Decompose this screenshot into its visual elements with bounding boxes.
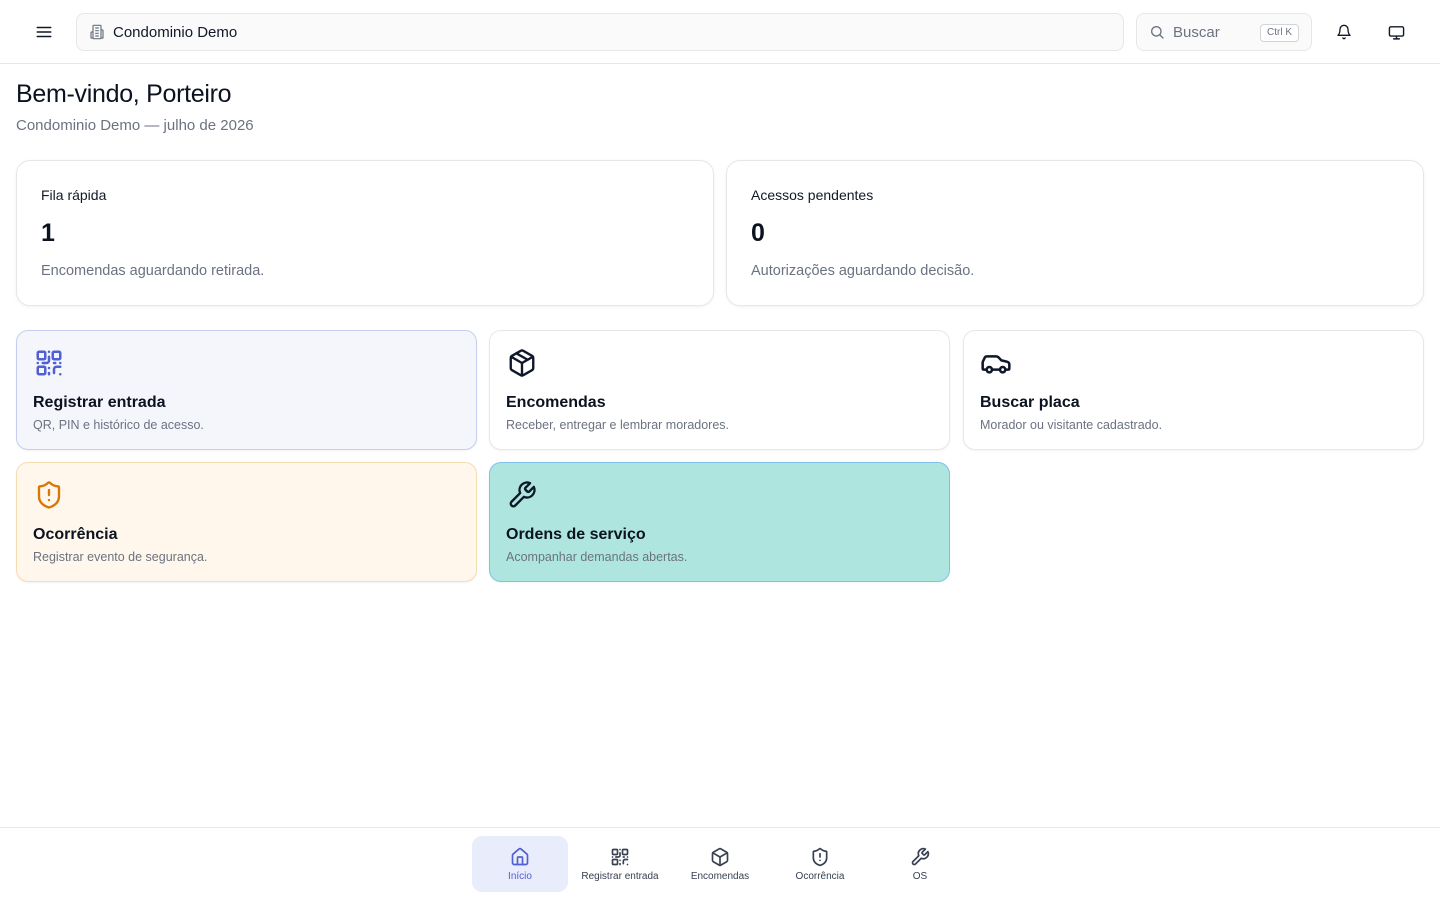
stat-card-pending-access: Acessos pendentes 0 Autorizações aguarda… — [726, 160, 1424, 306]
tile-description: QR, PIN e histórico de acesso. — [33, 418, 204, 432]
nav-label: OS — [912, 870, 928, 882]
package-icon — [506, 347, 538, 379]
condominium-selector[interactable]: Condominio Demo — [76, 13, 1124, 51]
menu-icon — [36, 26, 52, 38]
nav-item-home[interactable]: Início — [472, 836, 568, 892]
bell-icon — [1337, 24, 1351, 40]
search-shortcut-badge: Ctrl K — [1260, 24, 1299, 42]
nav-item-service-orders[interactable]: OS — [872, 836, 968, 892]
display-mode-button[interactable] — [1380, 16, 1412, 48]
page-subtitle: Condominio Demo — julho de 2026 — [16, 117, 254, 134]
action-search-plate[interactable]: Buscar placa Morador ou visitante cadast… — [963, 330, 1424, 450]
bottom-navigation: Início Registrar entrada Encomendas Ocor… — [0, 827, 1440, 900]
wrench-icon — [506, 479, 538, 511]
tile-title: Ocorrência — [33, 526, 118, 543]
shield-alert-icon — [33, 479, 65, 511]
tile-title: Ordens de serviço — [506, 526, 646, 543]
monitor-icon — [1388, 25, 1404, 40]
stat-description: Autorizações aguardando decisão. — [751, 263, 975, 279]
nav-item-occurrence[interactable]: Ocorrência — [772, 836, 868, 892]
action-occurrence[interactable]: Ocorrência Registrar evento de segurança… — [16, 462, 477, 582]
stat-value: 1 — [41, 219, 55, 247]
search-input[interactable]: Buscar Ctrl K — [1136, 13, 1312, 51]
tile-title: Encomendas — [506, 394, 606, 411]
stat-card-quick-queue: Fila rápida 1 Encomendas aguardando reti… — [16, 160, 714, 306]
tile-title: Buscar placa — [980, 394, 1080, 411]
search-placeholder: Buscar — [1173, 23, 1220, 41]
page-title: Bem-vindo, Porteiro — [16, 80, 232, 108]
tile-description: Receber, entregar e lembrar moradores. — [506, 418, 730, 432]
stat-description: Encomendas aguardando retirada. — [41, 263, 265, 279]
nav-label: Encomendas — [690, 870, 750, 882]
shield-alert-icon — [812, 847, 828, 866]
home-icon — [511, 847, 529, 865]
stat-label: Fila rápida — [41, 187, 107, 203]
nav-label: Ocorrência — [795, 870, 845, 882]
tile-description: Morador ou visitante cadastrado. — [980, 418, 1163, 432]
tile-description: Registrar evento de segurança. — [33, 550, 208, 564]
action-register-entry[interactable]: Registrar entrada QR, PIN e histórico de… — [16, 330, 477, 450]
car-icon — [980, 347, 1012, 379]
action-packages[interactable]: Encomendas Receber, entregar e lembrar m… — [489, 330, 950, 450]
qr-code-icon — [611, 848, 629, 865]
nav-label: Registrar entrada — [581, 870, 659, 882]
tile-description: Acompanhar demandas abertas. — [506, 550, 688, 564]
nav-label: Início — [508, 870, 532, 882]
qr-code-icon — [33, 347, 65, 379]
menu-button[interactable] — [28, 16, 60, 48]
wrench-icon — [911, 847, 930, 865]
search-icon — [1151, 26, 1164, 39]
tile-title: Registrar entrada — [33, 394, 166, 411]
notifications-button[interactable] — [1328, 16, 1360, 48]
stat-label: Acessos pendentes — [751, 187, 874, 203]
condominium-name: Condominio Demo — [113, 23, 238, 41]
building-icon — [90, 24, 104, 40]
stat-value: 0 — [751, 219, 765, 247]
nav-item-packages[interactable]: Encomendas — [672, 836, 768, 892]
package-icon — [711, 847, 729, 866]
nav-item-register-entry[interactable]: Registrar entrada — [572, 836, 668, 892]
action-service-orders[interactable]: Ordens de serviço Acompanhar demandas ab… — [489, 462, 950, 582]
top-bar: Condominio Demo Buscar Ctrl K — [0, 0, 1440, 64]
